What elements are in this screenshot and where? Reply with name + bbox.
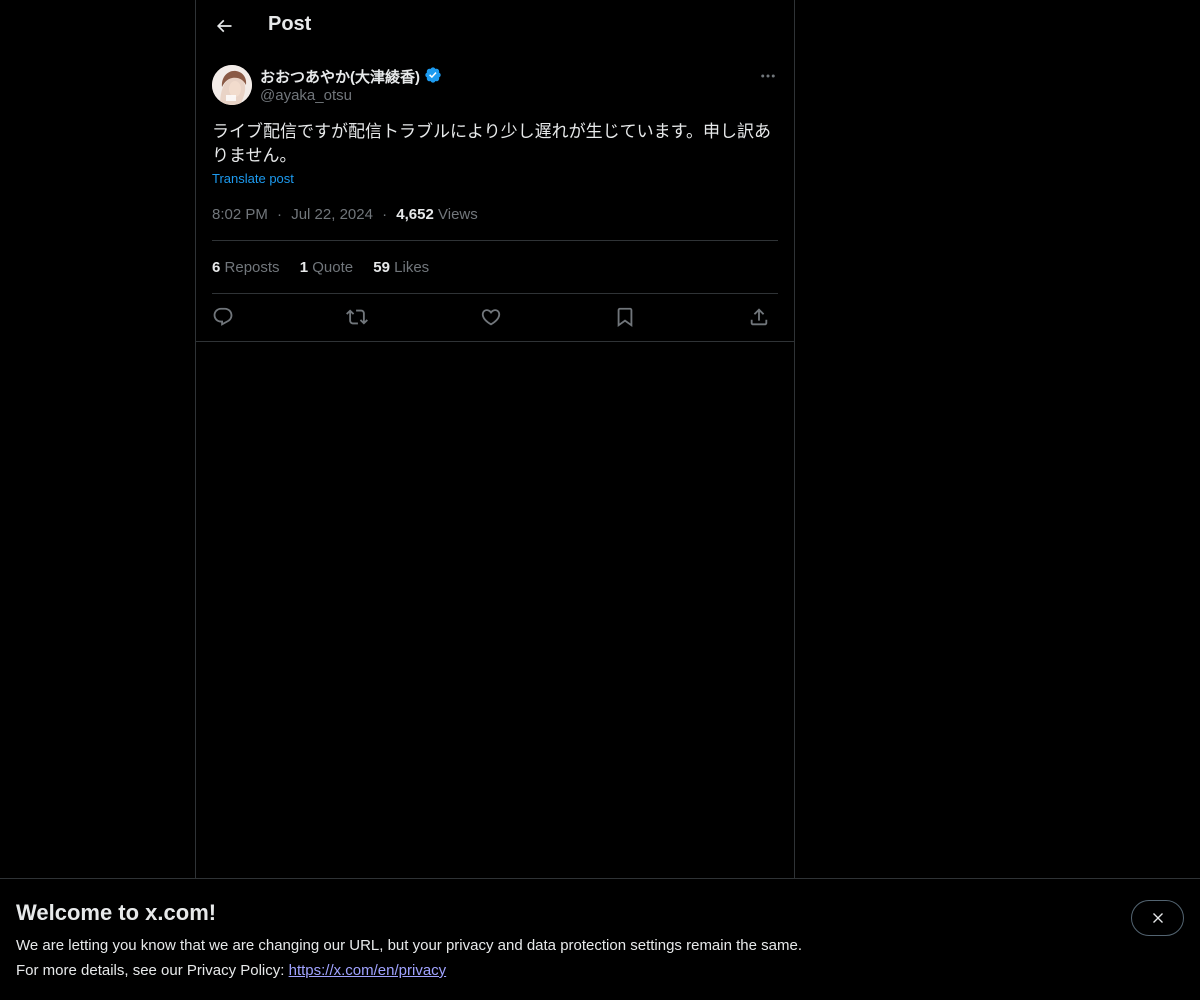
banner-message: We are letting you know that we are chan… [16,937,802,954]
repost-icon [346,309,368,325]
post-date[interactable]: Jul 22, 2024 [291,206,373,223]
action-bar [212,304,778,330]
likes-stat[interactable]: 59 Likes [373,259,429,276]
reposts-label: Reposts [224,259,280,276]
quotes-count: 1 [299,259,309,276]
arrow-left-icon [216,19,232,33]
repost-button[interactable] [344,304,370,330]
reposts-stat[interactable]: 6 Reposts [212,259,284,276]
heart-icon [481,309,501,326]
quotes-label: Quote [312,259,354,276]
likes-count: 59 [373,259,390,276]
like-button[interactable] [478,304,504,330]
close-icon [1152,913,1163,923]
welcome-banner: Welcome to x.com! We are letting you kno… [0,878,1200,1000]
author-handle[interactable]: @ayaka_otsu [260,87,352,104]
more-options-button[interactable] [756,64,780,88]
bookmark-button[interactable] [612,304,638,330]
engagement-stats: 6 Reposts 1 Quote 59 Likes [212,259,445,276]
section-divider [196,341,794,342]
share-icon [750,308,768,326]
reply-icon [213,307,233,326]
reposts-count: 6 [212,259,221,276]
likes-label: Likes [394,259,430,276]
primary-column: Post おおつあやか(大津綾香) @ayaka_otsu ライブ配信ですが配信… [195,0,795,1000]
meta-separator: · [277,206,283,223]
bookmark-icon [617,307,633,328]
more-horizontal-icon [761,74,775,78]
divider [212,293,778,294]
views-label: Views [438,206,478,223]
banner-privacy-text: For more details, see our Privacy Policy… [16,962,285,979]
banner-privacy-line: For more details, see our Privacy Policy… [16,962,446,979]
post-time[interactable]: 8:02 PM [212,206,268,223]
close-banner-button[interactable] [1131,900,1184,936]
reply-button[interactable] [210,304,236,330]
banner-title: Welcome to x.com! [16,900,217,925]
author-name[interactable]: おおつあやか(大津綾香) [260,66,420,87]
back-button[interactable] [206,8,242,44]
meta-separator: · [382,206,388,223]
divider [212,240,778,241]
verified-badge-icon [425,67,441,83]
privacy-policy-link[interactable]: https://x.com/en/privacy [289,962,447,979]
page-title: Post [268,13,312,35]
post-meta: 8:02 PM · Jul 22, 2024 · 4,652 Views [212,206,478,223]
share-button[interactable] [746,304,772,330]
translate-post-link[interactable]: Translate post [212,171,294,186]
quotes-stat[interactable]: 1 Quote [300,259,358,276]
views-count: 4,652 [396,206,434,223]
avatar[interactable] [212,65,252,105]
post-text: ライブ配信ですが配信トラブルにより少し遅れが生じています。申し訳ありません。 [212,122,771,166]
page-header: Post [196,0,794,53]
avatar-image [212,65,252,105]
